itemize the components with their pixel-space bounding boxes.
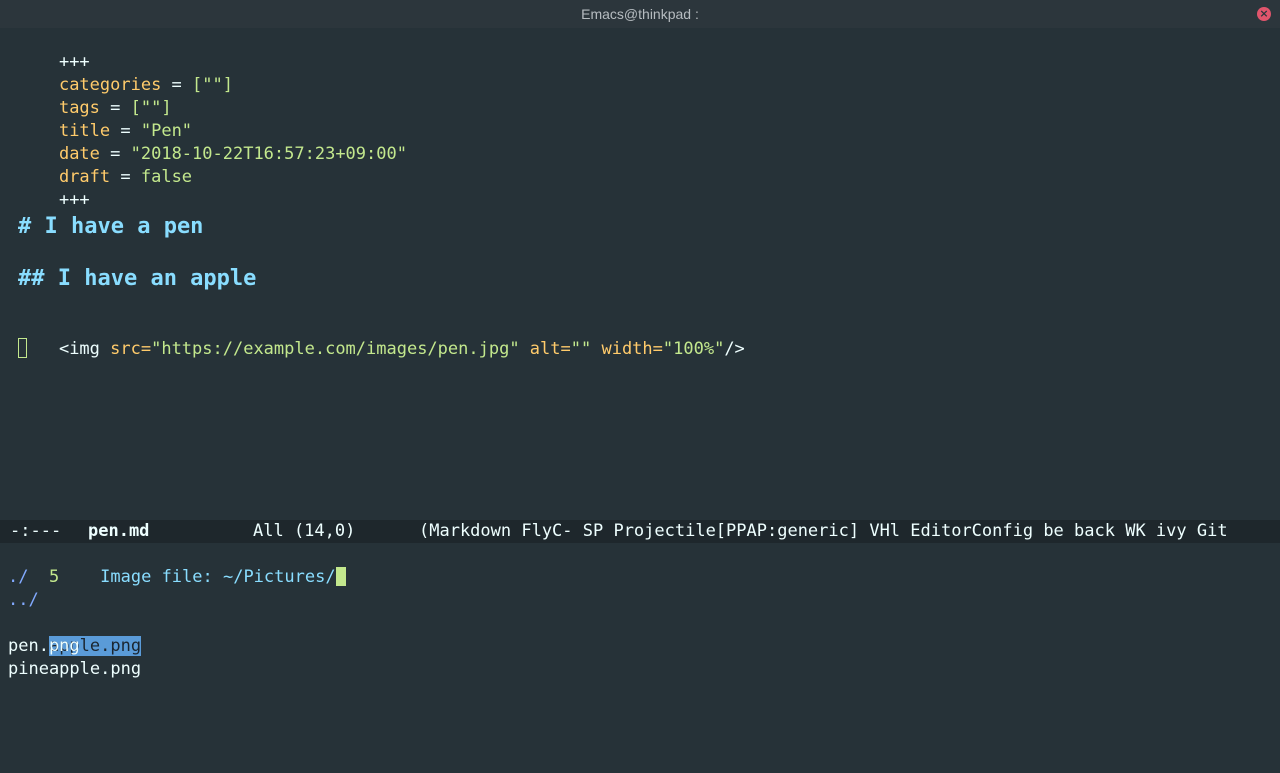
modeline-position: All (14,0) (253, 521, 356, 541)
categories-line: categories = [""] (58, 75, 233, 95)
candidate-current-dir[interactable]: ./ (8, 566, 28, 589)
candidate-parent-dir[interactable]: ../ (8, 589, 39, 612)
candidate-apple-png[interactable]: apple.png (8, 612, 142, 656)
modeline-state: -:--- (10, 521, 62, 541)
heading-1: # I have a pen (18, 214, 204, 239)
front-matter-close: +++ (58, 190, 90, 210)
draft-line: draft = false (58, 167, 193, 187)
window-titlebar: Emacs@thinkpad : × (0, 0, 1280, 28)
prompt-label: Image file: ~/Pictures/ (100, 567, 336, 587)
candidate-count: 5 (48, 567, 60, 587)
minibuffer[interactable]: 5 Image file: ~/Pictures/ ./ ../ apple.p… (8, 543, 1270, 773)
modeline-modes[interactable]: (Markdown FlyC- SP Projectile[PPAP:gener… (419, 520, 1228, 543)
minibuffer-prompt[interactable]: 5 Image file: ~/Pictures/ (8, 543, 346, 587)
front-matter-open: +++ (58, 52, 90, 72)
title-line: title = "Pen" (58, 121, 193, 141)
date-line: date = "2018-10-22T16:57:23+09:00" (58, 144, 407, 164)
img-tag-line: <img src="https://example.com/images/pen… (58, 339, 745, 359)
heading-2: ## I have an apple (18, 266, 257, 291)
close-icon[interactable]: × (1257, 7, 1271, 21)
window-title: Emacs@thinkpad : (581, 6, 699, 22)
modeline-buffer-name[interactable]: pen.md (88, 520, 149, 543)
mode-line: -:--- pen.md All (14,0) (Markdown FlyC- … (0, 520, 1280, 543)
candidate-pen-png[interactable]: pen.png (8, 635, 80, 658)
text-cursor (18, 338, 27, 358)
minibuffer-cursor (335, 567, 346, 586)
candidate-pineapple-png[interactable]: pineapple.png (8, 658, 141, 681)
tags-line: tags = [""] (58, 98, 172, 118)
editor-buffer[interactable]: +++ categories = [""] tags = [""] title … (18, 28, 1268, 518)
